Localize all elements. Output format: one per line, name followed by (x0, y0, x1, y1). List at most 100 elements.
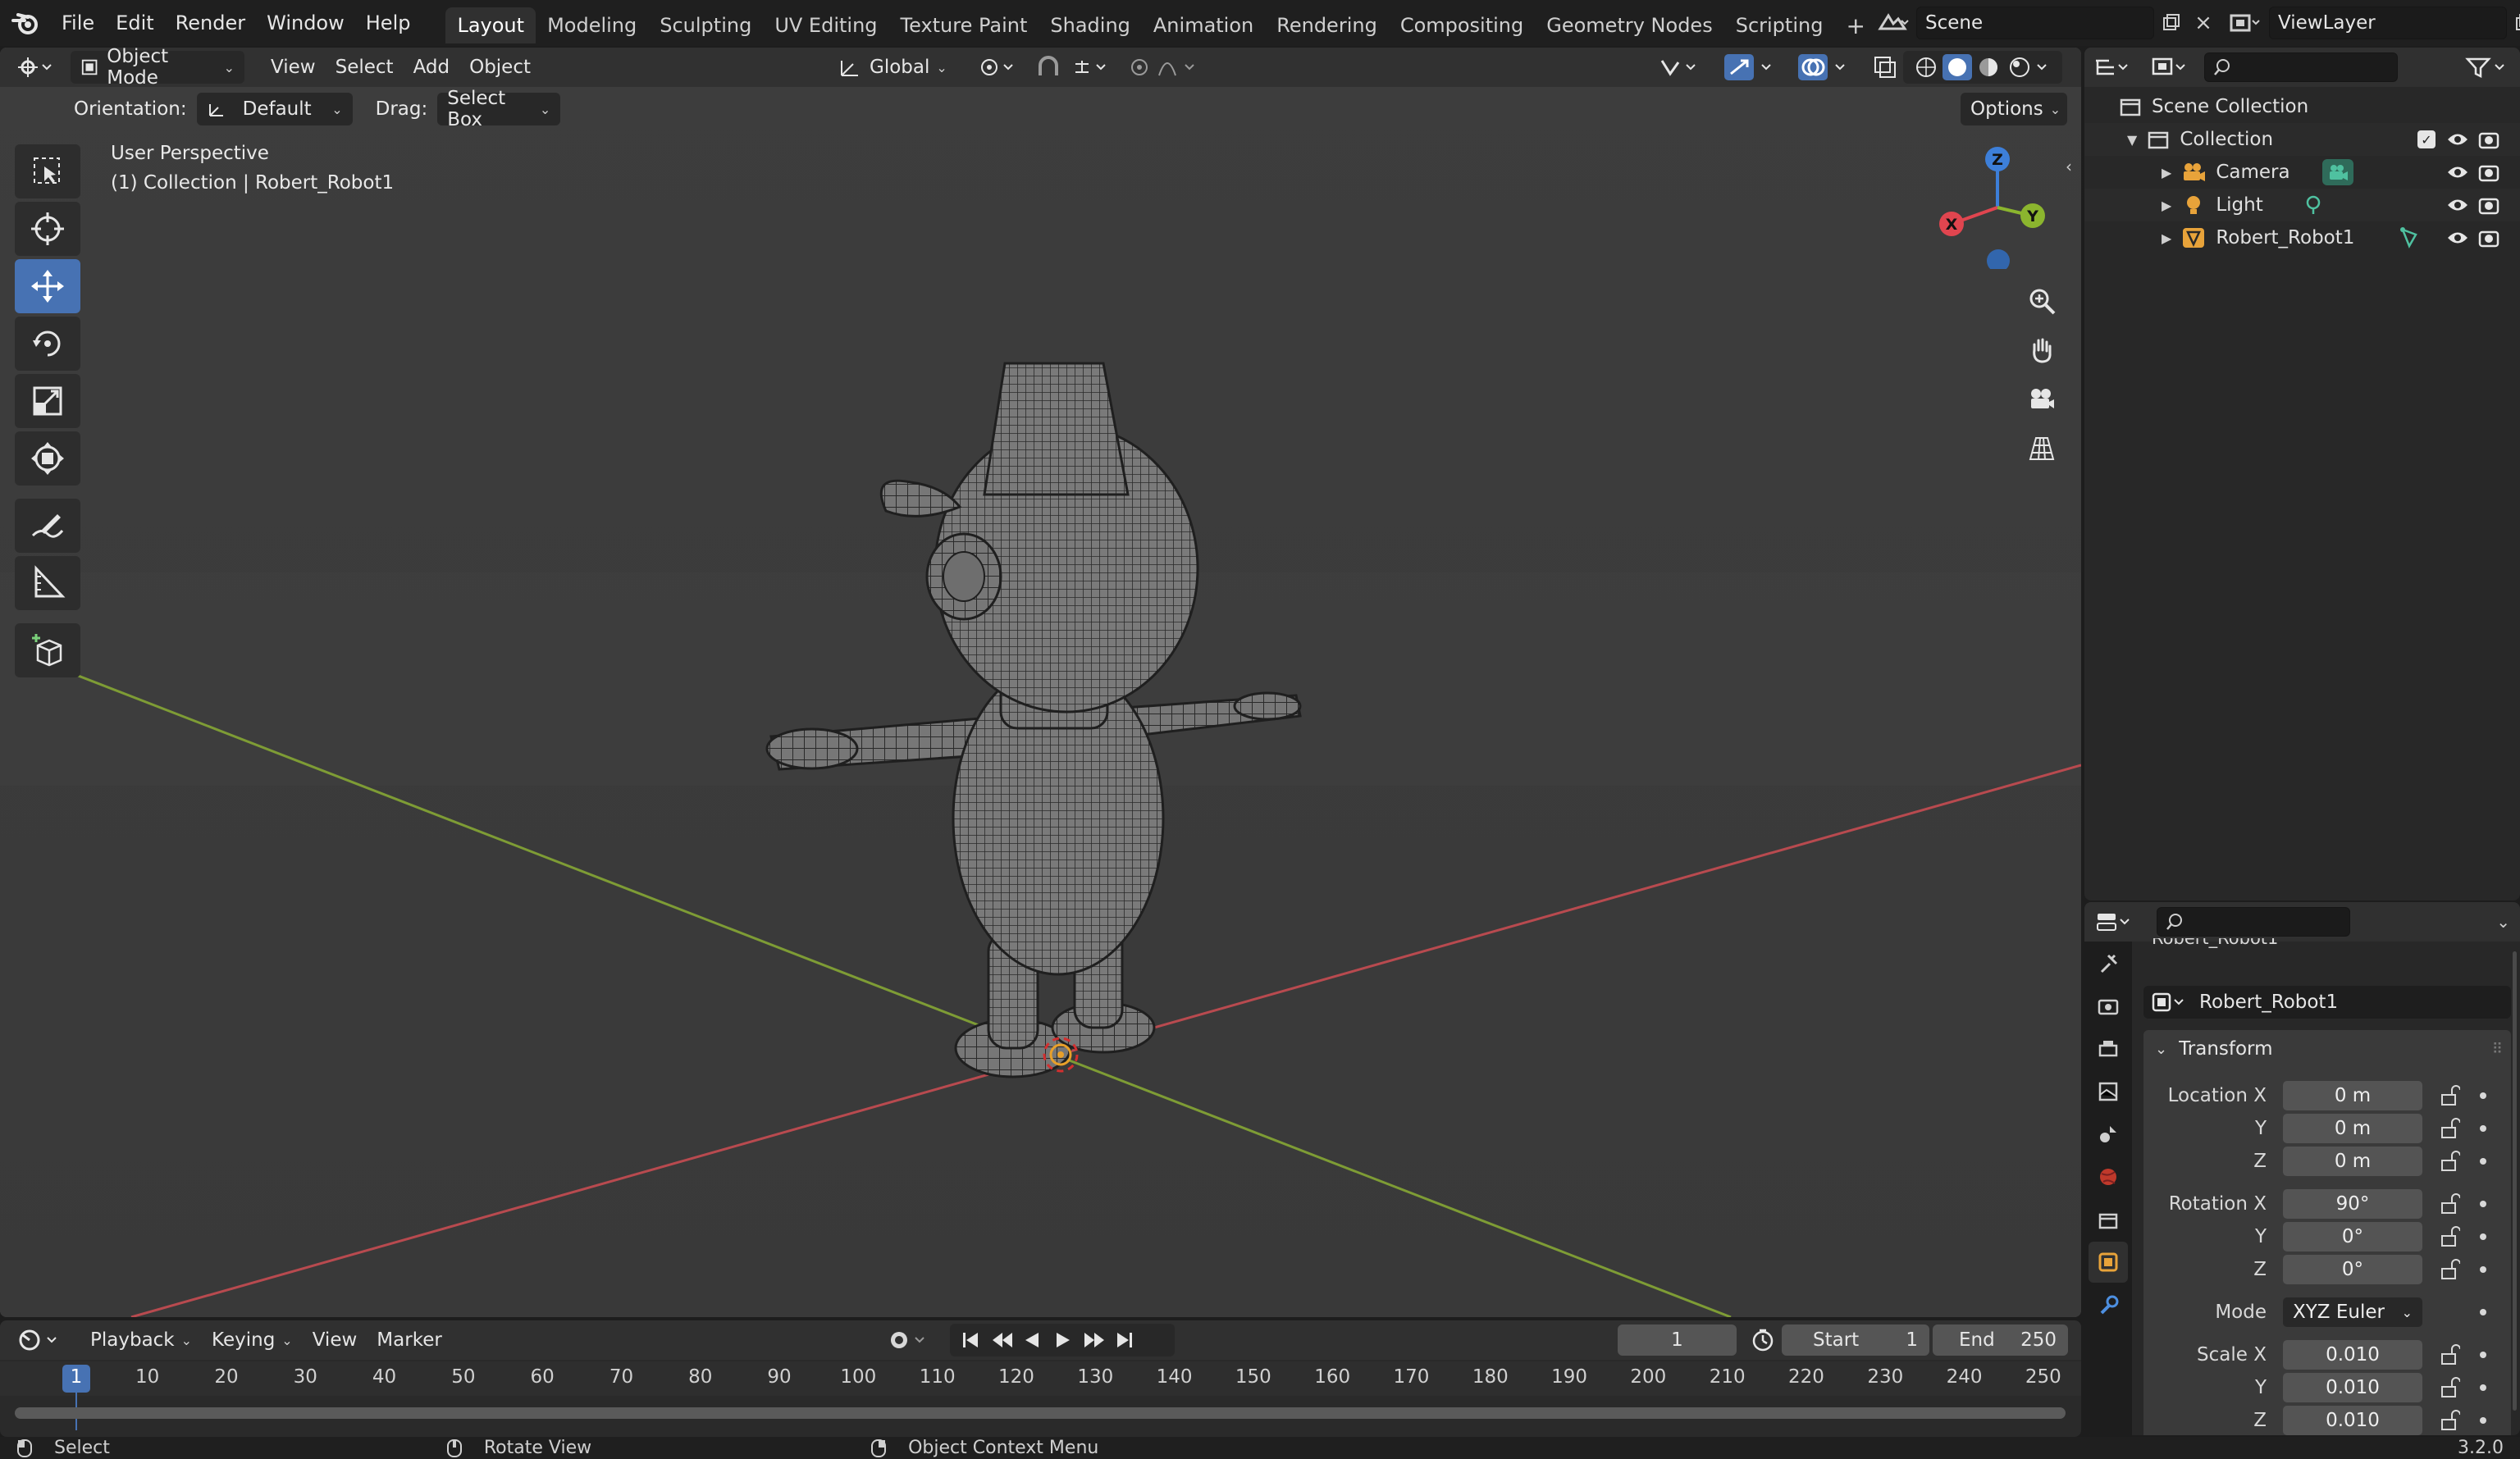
location-x-field[interactable]: 0 m (2283, 1081, 2422, 1110)
frame-ruler[interactable]: 1 10 20 30 40 50 60 70 80 90 100 110 120 130 140 150 160… (0, 1361, 2081, 1396)
overlays-toggle-icon[interactable] (1788, 51, 1865, 84)
keyframe-dot-icon[interactable] (2480, 1158, 2486, 1165)
keyframe-dot-icon[interactable] (2480, 1352, 2486, 1358)
timeline-scrollbar[interactable] (15, 1407, 2066, 1419)
gizmo-toggle-icon[interactable] (1714, 51, 1792, 84)
properties-search-input[interactable] (2157, 907, 2350, 937)
location-z-field[interactable]: 0 m (2283, 1147, 2422, 1176)
visibility-eye-icon[interactable] (2446, 229, 2469, 247)
selectability-icon[interactable] (1649, 51, 1714, 84)
chevron-down-icon[interactable]: ⌄ (2496, 912, 2510, 932)
outliner-editor-type-icon[interactable] (2084, 48, 2142, 87)
jump-keyframe-forward-icon[interactable] (1084, 1333, 1104, 1347)
properties-scrollbar[interactable] (2513, 951, 2517, 1411)
camera-view-icon[interactable] (2020, 377, 2064, 422)
outliner-collection[interactable]: ▼ Collection ✓ (2084, 123, 2520, 156)
expand-arrow-icon[interactable]: ▶ (2162, 198, 2171, 213)
zoom-icon[interactable] (2020, 279, 2064, 323)
pan-hand-icon[interactable] (2020, 328, 2064, 372)
view-layer-tab-icon[interactable] (2089, 1071, 2128, 1112)
view-layer-field[interactable]: ViewLayer (2269, 7, 2507, 39)
tab-uv-editing[interactable]: UV Editing (763, 7, 888, 43)
tab-animation[interactable]: Animation (1142, 7, 1265, 43)
output-tab-icon[interactable] (2089, 1028, 2128, 1069)
new-view-layer-icon[interactable] (2507, 7, 2520, 39)
expand-arrow-icon[interactable]: ▶ (2162, 230, 2171, 246)
drag-dropdown[interactable]: Select Box ⌄ (437, 88, 561, 130)
lock-icon[interactable] (2439, 1226, 2460, 1247)
menu-object[interactable]: Object (459, 51, 541, 84)
menu-window[interactable]: Window (256, 0, 355, 46)
lock-icon[interactable] (2439, 1118, 2460, 1139)
tab-rendering[interactable]: Rendering (1265, 7, 1389, 43)
jump-end-icon[interactable] (1117, 1333, 1132, 1347)
snap-target-icon[interactable] (1062, 51, 1123, 84)
move-tool[interactable] (15, 259, 80, 313)
keyframe-dot-icon[interactable] (2480, 1233, 2486, 1240)
cursor-tool[interactable] (15, 202, 80, 256)
menu-keying[interactable]: Keying ⌄ (202, 1324, 303, 1356)
menu-help[interactable]: Help (355, 0, 422, 46)
xray-toggle-icon[interactable] (1862, 51, 1908, 84)
rotation-y-field[interactable]: 0° (2283, 1222, 2422, 1252)
tab-geometry-nodes[interactable]: Geometry Nodes (1535, 7, 1723, 43)
jump-start-icon[interactable] (963, 1333, 978, 1347)
transform-panel-header[interactable]: ⌄ Transform ⠿ (2143, 1030, 2511, 1068)
menu-view[interactable]: View (261, 51, 326, 84)
play-reverse-icon[interactable] (1025, 1333, 1039, 1347)
auto-keying-button[interactable] (878, 1324, 947, 1356)
blender-logo-icon[interactable] (0, 0, 51, 46)
tab-sculpting[interactable]: Sculpting (648, 7, 763, 43)
jump-keyframe-back-icon[interactable] (993, 1333, 1012, 1347)
render-camera-icon[interactable] (2478, 130, 2499, 149)
options-dropdown[interactable]: Options ⌄ (1961, 93, 2067, 125)
properties-editor-type-icon[interactable] (2084, 902, 2145, 942)
keyframe-dot-icon[interactable] (2480, 1384, 2486, 1391)
expand-arrow-icon[interactable]: ▶ (2162, 165, 2171, 180)
pivot-point-button[interactable] (968, 51, 1029, 84)
measure-tool[interactable] (15, 556, 80, 610)
tab-modeling[interactable]: Modeling (536, 7, 648, 43)
outliner-robot[interactable]: ▶ Robert_Robot1 (2084, 221, 2520, 254)
tab-layout[interactable]: Layout (445, 7, 536, 43)
keyframe-dot-icon[interactable] (2480, 1266, 2486, 1273)
outliner-scene-collection[interactable]: Scene Collection (2084, 90, 2520, 123)
menu-edit[interactable]: Edit (105, 0, 164, 46)
menu-marker[interactable]: Marker (367, 1324, 452, 1356)
display-mode-icon[interactable] (2142, 48, 2199, 87)
keyframe-dot-icon[interactable] (2480, 1092, 2486, 1099)
object-tab-icon[interactable] (2089, 1242, 2128, 1283)
navigation-gizmo[interactable]: Z X Y (1928, 138, 2051, 269)
outliner-camera[interactable]: ▶ Camera (2084, 156, 2520, 189)
timeline-editor-type-button[interactable] (8, 1324, 74, 1356)
preview-range-icon[interactable] (1747, 1324, 1778, 1356)
menu-timeline-view[interactable]: View (303, 1324, 368, 1356)
visibility-eye-icon[interactable] (2446, 130, 2469, 148)
tool-tab-icon[interactable] (2089, 943, 2128, 984)
rotation-z-field[interactable]: 0° (2283, 1255, 2422, 1284)
filter-icon[interactable] (2454, 48, 2520, 87)
drag-handle-icon[interactable]: ⠿ (2492, 1041, 2503, 1058)
lock-icon[interactable] (2439, 1085, 2460, 1106)
keyframe-dot-icon[interactable] (2480, 1125, 2486, 1132)
scale-z-field[interactable]: 0.010 (2283, 1406, 2422, 1435)
rotate-tool[interactable] (15, 317, 80, 371)
menu-add[interactable]: Add (404, 51, 460, 84)
rotation-mode-dropdown[interactable]: XYZ Euler ⌄ (2283, 1297, 2422, 1327)
current-frame-field[interactable]: 1 (1618, 1324, 1737, 1356)
tab-scripting[interactable]: Scripting (1724, 7, 1835, 43)
view-layer-icon[interactable] (2220, 7, 2269, 39)
menu-render[interactable]: Render (165, 0, 256, 46)
annotate-tool[interactable] (15, 499, 80, 553)
tab-compositing[interactable]: Compositing (1389, 7, 1535, 43)
menu-playback[interactable]: Playback ⌄ (80, 1324, 202, 1356)
visibility-eye-icon[interactable] (2446, 196, 2469, 214)
lock-icon[interactable] (2439, 1344, 2460, 1366)
orientation-dropdown[interactable]: Default ⌄ (196, 93, 353, 125)
render-camera-icon[interactable] (2478, 228, 2499, 248)
object-name-field[interactable]: Robert_Robot1 (2143, 986, 2511, 1019)
start-frame-field[interactable]: Start 1 (1782, 1324, 1929, 1356)
play-icon[interactable] (1057, 1333, 1070, 1347)
keyframe-dot-icon[interactable] (2480, 1309, 2486, 1315)
exclude-checkbox[interactable]: ✓ (2417, 130, 2436, 148)
